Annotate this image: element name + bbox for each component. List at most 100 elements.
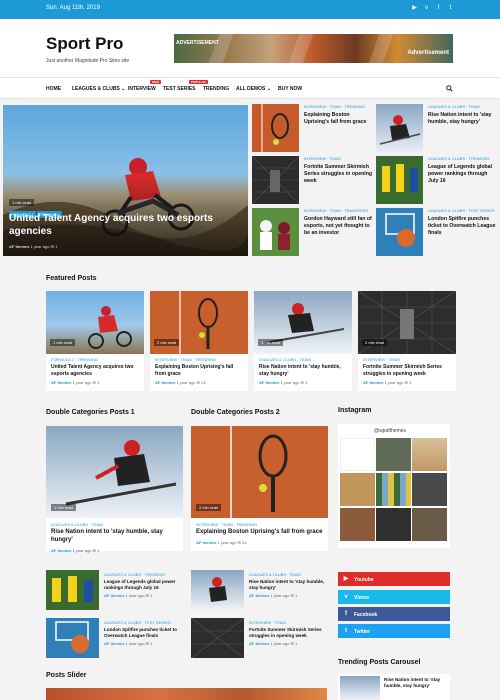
instagram-photo[interactable] [340, 438, 375, 471]
dc1-list-post[interactable]: LEAGUES & CLUBS · TRENDING League of Leg… [46, 570, 183, 610]
facebook-icon[interactable]: f [435, 5, 442, 12]
post-thumbnail: 1 min read [46, 426, 183, 518]
grid-post[interactable]: INTERVIEW · TEAM · TRENDING Explaining Bo… [252, 104, 372, 152]
comment-icon: ✉ [290, 592, 294, 598]
twitter-button[interactable]: t Twitter [338, 624, 450, 638]
nav-item-leagues-clubs[interactable]: LEAGUES & CLUBS ⌄ [72, 86, 125, 92]
post-title[interactable]: Rise Nation intent to 'stay humble, stay… [249, 579, 329, 591]
post-title[interactable]: Rise Nation intent to 'stay humble, stay… [384, 677, 448, 689]
post-title[interactable]: Rise Nation intent to 'stay humble, stay… [259, 364, 349, 377]
author-name[interactable]: AF themes [104, 641, 124, 646]
featured-card[interactable]: 1 min read LEAGUES & CLUBS · TEAM Rise N… [254, 291, 352, 391]
featured-card[interactable]: 1 min read FORMULA 2 · TRENDING United T… [46, 291, 144, 391]
author-name[interactable]: AF themes [259, 380, 279, 385]
dc2-list-post[interactable]: LEAGUES & CLUBS · TEAM Rise Nation inten… [191, 570, 328, 610]
youtube-icon: ▶ [343, 576, 349, 582]
author-name[interactable]: AF themes [51, 548, 71, 553]
instagram-photo[interactable] [412, 438, 447, 471]
author-name[interactable]: AF themes [51, 380, 71, 385]
post-title[interactable]: Rise Nation intent to 'stay humble, stay… [428, 112, 498, 126]
vimeo-button[interactable]: v Vimeo [338, 590, 450, 604]
post-title[interactable]: Explaining Boston Uprising's fall from g… [304, 112, 374, 126]
twitter-icon[interactable]: t [447, 5, 454, 12]
instagram-photo[interactable] [376, 508, 411, 541]
post-title[interactable]: League of Legends global power rankings … [104, 579, 184, 591]
post-tags[interactable]: INTERVIEW · TEAM · TRANSFERS [304, 208, 374, 213]
grid-post[interactable]: INTERVIEW · TEAM · TRANSFERS Gordon Haywa… [252, 208, 372, 256]
dc1-main-post[interactable]: 1 min read LEAGUES & CLUBS · TEAM Rise N… [46, 426, 183, 553]
post-tags[interactable]: FORMULA 2 · TRENDING [51, 357, 141, 362]
instagram-photo[interactable] [412, 473, 447, 506]
youtube-button[interactable]: ▶ Youtube [338, 572, 450, 586]
nav-item-interview[interactable]: INTERVIEW NEW [128, 80, 161, 92]
top-bar: Sun. Aug 11th, 2019 ▶ v f t [0, 0, 500, 19]
post-tags[interactable]: INTERVIEW · TEAM · TRENDING [196, 522, 324, 527]
post-tags[interactable]: INTERVIEW · TEAM · TRENDING [155, 357, 245, 362]
nav-item-all-demos[interactable]: ALL DEMOS ⌄ [236, 86, 271, 92]
vimeo-icon[interactable]: v [423, 5, 430, 12]
grid-post[interactable]: LEAGUES & CLUBS · TRENDING League of Lege… [376, 156, 496, 204]
nav-item-home[interactable]: HOME [46, 86, 61, 92]
featured-card[interactable]: 2 min read INTERVIEW · TEAM Fortnite Sum… [358, 291, 456, 391]
post-tags[interactable]: LEAGUES & CLUBS · TEAM [249, 572, 329, 577]
nav-item-test-series[interactable]: TEST SERIES POPULAR [163, 80, 208, 92]
author-name[interactable]: AF themes [363, 380, 383, 385]
instagram-photo[interactable] [340, 473, 375, 506]
featured-card[interactable]: 2 min read INTERVIEW · TEAM · TRENDING E… [150, 291, 248, 391]
post-title[interactable]: Explaining Boston Uprising's fall from g… [155, 364, 245, 377]
instagram-photo[interactable] [412, 508, 447, 541]
trending-carousel[interactable]: Rise Nation intent to 'stay humble, stay… [338, 674, 450, 700]
site-title[interactable]: Sport Pro [46, 34, 123, 54]
post-tags[interactable]: INTERVIEW · TEAM · TRENDING [304, 104, 374, 109]
dc2-main-post[interactable]: 2 min read INTERVIEW · TEAM · TRENDING E… [191, 426, 328, 551]
post-tags[interactable]: LEAGUES & CLUBS · TEAM [428, 104, 498, 109]
author-name[interactable]: AF themes [249, 641, 269, 646]
post-title[interactable]: United Talent Agency acquires two esport… [51, 364, 141, 377]
posts-slider[interactable] [46, 688, 327, 700]
dc1-list-post[interactable]: LEAGUES & CLUBS · TEST SERIES London Spi… [46, 618, 183, 658]
author-name[interactable]: AF themes [249, 593, 269, 598]
post-title[interactable]: London Spitfire punches ticket to Overwa… [428, 216, 498, 236]
post-title[interactable]: Explaining Boston Uprising's fall from g… [196, 529, 324, 537]
post-thumbnail [252, 208, 299, 256]
grid-post[interactable]: INTERVIEW · TEAM Fortnite Summer Skirmish… [252, 156, 372, 204]
comment-count: 1 [55, 244, 58, 249]
post-title[interactable]: League of Legends global power rankings … [428, 164, 498, 184]
grid-post[interactable]: LEAGUES & CLUBS · TEST SERIES London Spit… [376, 208, 496, 256]
instagram-photo[interactable] [340, 508, 375, 541]
nav-item-trending[interactable]: TRENDING [203, 86, 229, 92]
author-name[interactable]: AF themes [196, 540, 216, 545]
comment-count: 1 [295, 640, 298, 646]
search-icon[interactable] [446, 85, 453, 92]
author-name[interactable]: AF themes [9, 244, 29, 249]
post-thumbnail [46, 570, 99, 610]
hero-post[interactable]: 1 min read FORMULA 2 TRENDING United Tale… [3, 105, 248, 256]
post-title[interactable]: Fortnite Summer Skirmish Series struggle… [363, 364, 453, 377]
post-tags[interactable]: LEAGUES & CLUBS · TRENDING [104, 572, 184, 577]
post-tags[interactable]: INTERVIEW · TEAM [363, 357, 453, 362]
post-title[interactable]: Gordon Hayward still fan of esports, not… [304, 216, 374, 236]
youtube-icon[interactable]: ▶ [411, 5, 418, 12]
author-name[interactable]: AF themes [155, 380, 175, 385]
author-name[interactable]: AF themes [104, 593, 124, 598]
post-title[interactable]: London Spitfire punches ticket to Overwa… [104, 627, 184, 639]
dc2-list-post[interactable]: INTERVIEW · TEAM Fortnite Summer Skirmis… [191, 618, 328, 658]
post-tags[interactable]: LEAGUES & CLUBS · TEAM [259, 357, 349, 362]
advertisement-banner[interactable]: ADVERTISEMENT Advertisement [174, 34, 453, 63]
post-tags[interactable]: INTERVIEW · TEAM [249, 620, 329, 625]
instagram-photo[interactable] [376, 473, 411, 506]
hero-title[interactable]: United Talent Agency acquires two esport… [9, 212, 239, 238]
post-title[interactable]: Fortnite Summer Skirmish Series struggle… [249, 627, 329, 639]
facebook-button[interactable]: f Facebook [338, 607, 450, 621]
post-tags[interactable]: LEAGUES & CLUBS · TEST SERIES [104, 620, 184, 625]
post-tags[interactable]: INTERVIEW · TEAM [304, 156, 374, 161]
post-tags[interactable]: LEAGUES & CLUBS · TRENDING [428, 156, 498, 161]
nav-item-buy-now[interactable]: BUY NOW [278, 86, 302, 92]
instagram-handle[interactable]: @wpafthemes [374, 428, 406, 434]
instagram-photo[interactable] [376, 438, 411, 471]
post-title[interactable]: Rise Nation intent to 'stay humble, stay… [51, 529, 179, 545]
post-tags[interactable]: LEAGUES & CLUBS · TEAM [51, 522, 179, 527]
post-tags[interactable]: LEAGUES & CLUBS · TEST SERIES [428, 208, 498, 213]
grid-post[interactable]: LEAGUES & CLUBS · TEAM Rise Nation intent… [376, 104, 496, 152]
post-title[interactable]: Fortnite Summer Skirmish Series struggle… [304, 164, 374, 184]
